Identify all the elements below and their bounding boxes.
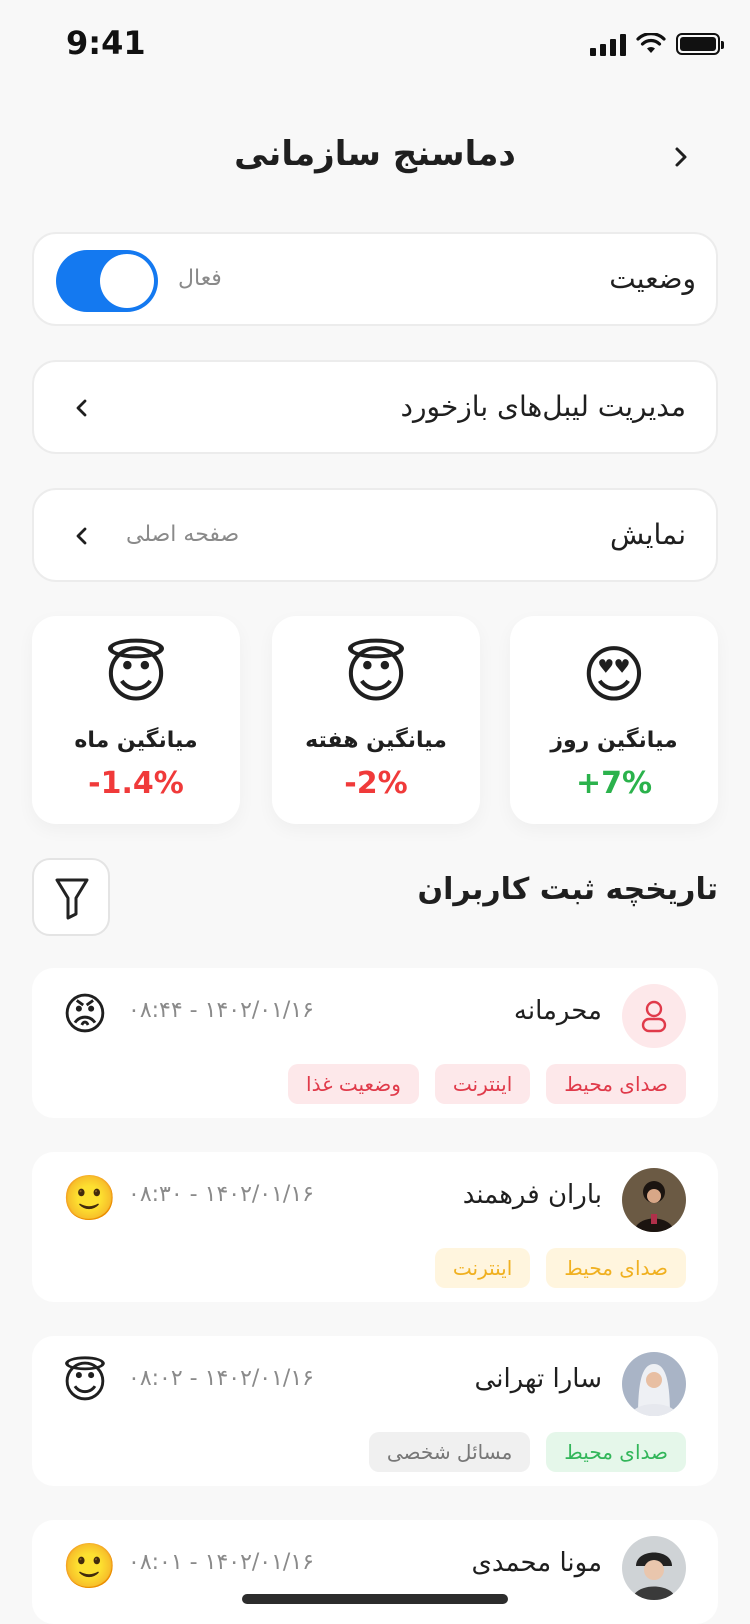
stat-label: میانگین ماه (74, 728, 198, 753)
stat-label: میانگین هفته (305, 728, 447, 753)
history-title: تاریخچه ثبت کاربران (417, 872, 718, 907)
page-title: دماسنج سازمانی (234, 134, 516, 174)
tag: مسائل شخصی (368, 1432, 531, 1472)
status-state-text: فعال (178, 266, 222, 291)
avatar (622, 1168, 686, 1232)
user-photo-icon (622, 1536, 686, 1600)
status-toggle[interactable] (56, 250, 158, 312)
feedback-labels-label: مدیریت لیبل‌های بازخورد (400, 390, 686, 423)
tag: صدای محیط (546, 1248, 686, 1288)
home-indicator (242, 1594, 508, 1604)
stat-card-day: 😍 میانگین روز +7% (510, 616, 718, 824)
stat-label: میانگین روز (550, 728, 678, 753)
tag: اینترنت (434, 1248, 531, 1288)
toggle-knob (100, 254, 154, 308)
chevron-left-icon (76, 399, 87, 417)
stat-card-week: 😇 میانگین هفته -2% (272, 616, 480, 824)
heart-eyes-emoji-icon: 😍 (581, 638, 647, 711)
tag-list: صدای محیط مسائل شخصی (368, 1432, 686, 1472)
entry-datetime: ۱۴۰۲/۰۱/۱۶ - ۰۸:۰۱ (128, 1550, 314, 1575)
filter-icon (55, 878, 89, 920)
status-time: 9:41 (66, 24, 146, 62)
cellular-signal-icon (590, 32, 626, 56)
halo-smile-emoji-icon: 😇 (103, 638, 169, 711)
avatar (622, 1536, 686, 1600)
stat-value: +7% (575, 766, 653, 801)
entry-datetime: ۱۴۰۲/۰۱/۱۶ - ۰۸:۰۲ (128, 1366, 314, 1391)
halo-smile-emoji-icon: 😇 (343, 638, 409, 711)
status-icons (590, 32, 724, 56)
chevron-right-icon (675, 147, 687, 167)
history-entry[interactable]: محرمانه ۱۴۰۲/۰۱/۱۶ - ۰۸:۴۴ 😡 صدای محیط ا… (32, 968, 718, 1118)
user-photo-icon (622, 1352, 686, 1416)
display-row[interactable]: نمایش صفحه اصلی (32, 488, 718, 582)
history-entry[interactable]: مونا محمدی ۱۴۰۲/۰۱/۱۶ - ۰۸:۰۱ 🙂 (32, 1520, 718, 1624)
entry-name: محرمانه (513, 996, 602, 1026)
entry-datetime: ۱۴۰۲/۰۱/۱۶ - ۰۸:۳۰ (128, 1182, 314, 1207)
avatar (622, 1352, 686, 1416)
tag: اینترنت (434, 1064, 531, 1104)
stat-value: -1.4% (88, 766, 184, 801)
history-entry[interactable]: باران فرهمند ۱۴۰۲/۰۱/۱۶ - ۰۸:۳۰ 🙂 صدای م… (32, 1152, 718, 1302)
entry-datetime: ۱۴۰۲/۰۱/۱۶ - ۰۸:۴۴ (128, 998, 314, 1023)
angry-emoji-icon: 😡 (62, 989, 108, 1040)
tag: وضعیت غذا (288, 1064, 419, 1104)
halo-smile-emoji-icon: 😇 (62, 1357, 108, 1408)
slight-smile-emoji-icon: 🙂 (62, 1541, 117, 1592)
status-label: وضعیت (609, 262, 696, 295)
stat-value: -2% (344, 766, 408, 801)
slight-smile-emoji-icon: 🙂 (62, 1173, 117, 1224)
entry-name: سارا تهرانی (474, 1364, 602, 1394)
tag-list: صدای محیط اینترنت وضعیت غذا (288, 1064, 686, 1104)
status-bar: 9:41 (0, 0, 750, 90)
display-label: نمایش (609, 518, 686, 551)
wifi-icon (636, 33, 666, 53)
battery-icon (676, 33, 724, 55)
tag: صدای محیط (546, 1064, 686, 1104)
entry-name: مونا محمدی (471, 1548, 602, 1578)
chevron-left-icon (76, 527, 87, 545)
entry-name: باران فرهمند (462, 1180, 602, 1210)
back-button[interactable] (666, 142, 696, 172)
status-row: وضعیت فعال (32, 232, 718, 326)
feedback-labels-row[interactable]: مدیریت لیبل‌های بازخورد (32, 360, 718, 454)
user-icon (641, 1000, 667, 1033)
tag-list: صدای محیط اینترنت (434, 1248, 686, 1288)
tag: صدای محیط (546, 1432, 686, 1472)
anonymous-avatar (622, 984, 686, 1048)
user-photo-icon (622, 1168, 686, 1232)
stat-card-month: 😇 میانگین ماه -1.4% (32, 616, 240, 824)
filter-button[interactable] (32, 858, 110, 936)
display-value: صفحه اصلی (126, 522, 240, 547)
history-entry[interactable]: سارا تهرانی ۱۴۰۲/۰۱/۱۶ - ۰۸:۰۲ 😇 صدای مح… (32, 1336, 718, 1486)
